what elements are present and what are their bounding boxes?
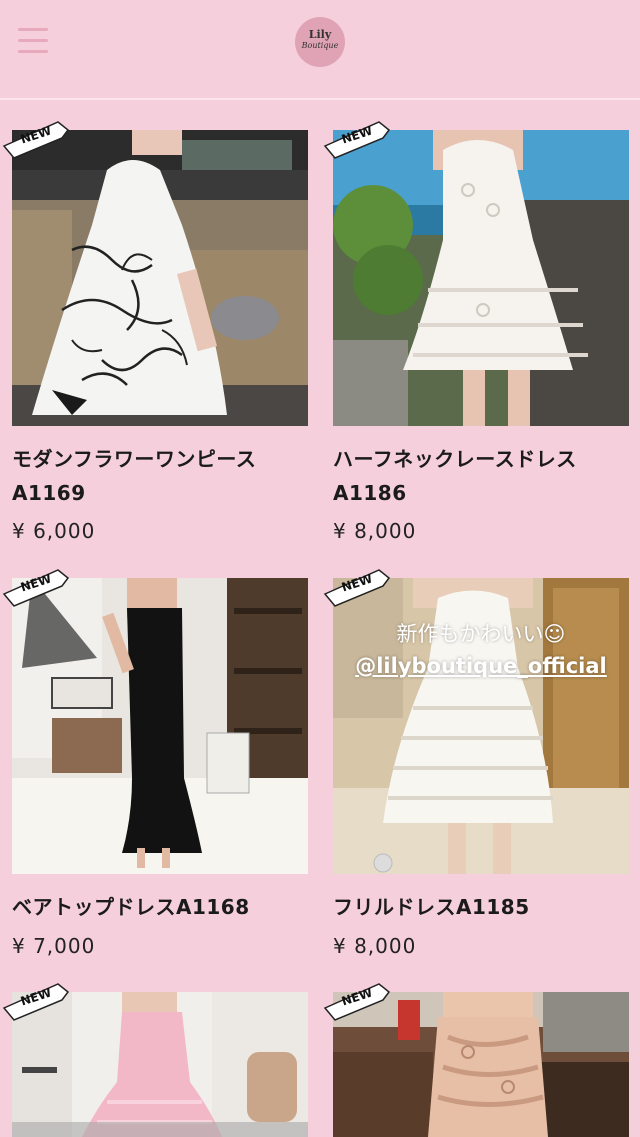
product-photo[interactable] <box>12 578 308 874</box>
product-photo[interactable]: 新作もかわいい☺ @lilyboutique_official <box>333 578 629 874</box>
product-card[interactable]: NEW ハーフネックレースドレス A1186 ¥ 8,000 <box>323 121 629 560</box>
product-name[interactable]: ハーフネックレースドレス <box>333 442 577 476</box>
new-badge: NEW <box>321 116 393 162</box>
product-card[interactable]: NEW モダンフラワーワンピース A1169 ¥ 6,000 <box>2 121 308 560</box>
product-card[interactable]: NEW ベアトップドレスA1168 ¥ 7,000 <box>2 569 308 978</box>
product-price: ¥ 8,000 <box>333 934 417 958</box>
photo-overlay-caption: 新作もかわいい☺ <box>396 622 566 646</box>
logo-line2: Boutique <box>301 41 339 50</box>
product-photo[interactable] <box>333 130 629 426</box>
product-card[interactable]: 新作もかわいい☺ @lilyboutique_official NEW フリルド… <box>323 569 629 978</box>
app-header: Lily Boutique <box>0 0 640 100</box>
logo-line1: Lily <box>308 28 332 41</box>
product-code[interactable]: A1186 <box>333 476 407 510</box>
new-badge: NEW <box>0 564 72 610</box>
product-card[interactable]: NEW <box>323 983 629 1137</box>
new-badge: NEW <box>0 116 72 162</box>
product-price: ¥ 6,000 <box>12 519 96 543</box>
new-badge: NEW <box>321 978 393 1024</box>
product-name[interactable]: ベアトップドレスA1168 <box>12 890 250 924</box>
new-badge: NEW <box>0 978 72 1024</box>
brand-logo[interactable]: Lily Boutique <box>295 17 345 67</box>
instagram-handle-link[interactable]: @lilyboutique_official <box>333 654 629 678</box>
product-price: ¥ 7,000 <box>12 934 96 958</box>
product-photo[interactable] <box>12 130 308 426</box>
product-name[interactable]: モダンフラワーワンピース <box>12 442 256 476</box>
product-price: ¥ 8,000 <box>333 519 417 543</box>
product-name[interactable]: フリルドレスA1185 <box>333 890 530 924</box>
product-code[interactable]: A1169 <box>12 476 86 510</box>
new-badge: NEW <box>321 564 393 610</box>
hamburger-menu-icon[interactable] <box>18 28 48 56</box>
product-card[interactable]: NEW <box>2 983 308 1137</box>
